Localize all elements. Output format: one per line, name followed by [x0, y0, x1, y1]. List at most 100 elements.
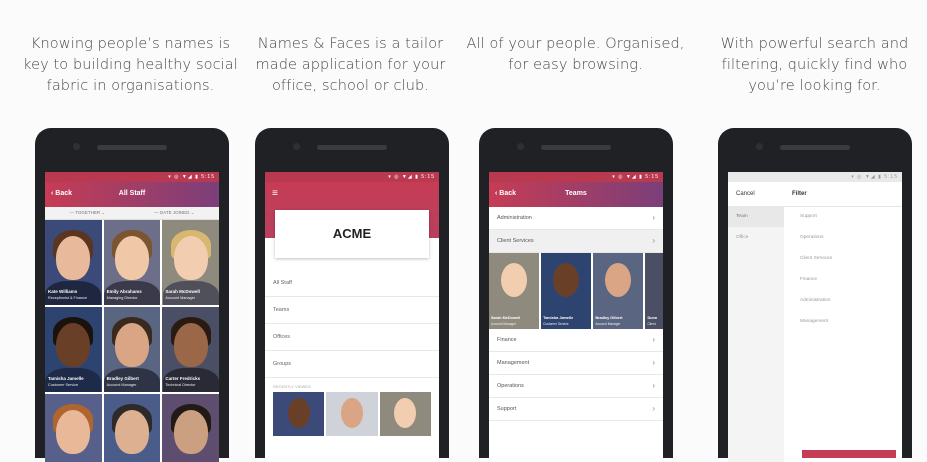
filter-option[interactable]: Operations [792, 227, 902, 248]
staff-name: Carter Fredricks [165, 376, 201, 381]
filter-category-team[interactable]: Team [728, 206, 784, 227]
filter-option[interactable]: Client Services [792, 248, 902, 269]
team-label: Administration [497, 215, 532, 221]
filter-category-office[interactable]: Office [728, 227, 784, 248]
staff-role: Technical Director [165, 383, 196, 387]
team-label: Support [497, 406, 517, 412]
face [173, 410, 208, 454]
face [605, 263, 632, 297]
team-faces: Sarah McDowell Account Manager Tamisha J… [489, 253, 663, 329]
staff-role: Customer Service [48, 383, 79, 387]
staff-tile[interactable] [103, 394, 161, 462]
recent-face[interactable] [379, 392, 431, 436]
recent-face[interactable] [273, 392, 325, 436]
status-bar: ▾ ◎ ▼◢ ▮ 5:15 [265, 172, 439, 182]
chevron-right-icon: › [652, 381, 655, 390]
staff-tile[interactable] [45, 394, 102, 462]
menu-item-all-staff[interactable]: All Staff [265, 270, 439, 297]
filter-option[interactable]: Administration [792, 290, 902, 311]
recent-faces [265, 392, 439, 436]
team-row-operations[interactable]: Operations › [489, 375, 663, 398]
menu-item-groups[interactable]: Groups [265, 351, 439, 378]
menu-icon[interactable]: ≡ [272, 188, 278, 199]
face [114, 323, 149, 367]
chevron-right-icon: › [652, 404, 655, 413]
status-bar: ▾ ◎ ▼◢ ▮ 5:15 [45, 172, 219, 182]
staff-tile[interactable]: Bradley Gilbert Account Manager [103, 307, 161, 392]
chevron-right-icon: › [652, 335, 655, 344]
chevron-right-icon: › [652, 358, 655, 367]
panel-1: Knowing people’s names is key to buildin… [18, 0, 243, 462]
face [114, 236, 149, 280]
staff-name: Sarah McDowell [165, 289, 200, 294]
filter-option[interactable]: Management [792, 311, 902, 332]
team-label: Operations [497, 383, 524, 389]
staff-name: Tamisha Jamelle [48, 376, 84, 381]
team-label: Client Services [497, 238, 534, 244]
chevron-right-icon: › [652, 236, 655, 245]
face [340, 398, 363, 428]
team-row-administration[interactable]: Administration › [489, 207, 663, 230]
recently-viewed-label: RECENTLY VIEWED [273, 384, 311, 389]
team-face[interactable]: Tamisha Jamelle Customer Service [541, 253, 592, 329]
team-label: Finance [497, 337, 517, 343]
camera [756, 143, 763, 150]
staff-name: Tamisha Jamelle [543, 316, 574, 320]
filter-option[interactable]: Finance [792, 269, 902, 290]
speaker [541, 145, 611, 150]
status-bar: ▾ ◎ ▼◢ ▮ 5:15 [728, 172, 902, 182]
screen-all-staff: ▾ ◎ ▼◢ ▮ 5:15 ‹ Back All Staff — TOGETHE… [45, 172, 219, 462]
phone-1: ▾ ◎ ▼◢ ▮ 5:15 ‹ Back All Staff — TOGETHE… [35, 128, 229, 462]
sort-group-dropdown[interactable]: — TOGETHER ⌄ [70, 210, 106, 216]
speaker [97, 145, 167, 150]
camera [293, 143, 300, 150]
team-face[interactable]: Dunn Client [645, 253, 663, 329]
staff-role: Account Manager [595, 322, 621, 326]
filter-options: Support Operations Client Services Finan… [792, 206, 902, 462]
screen-teams: ▾ ◎ ▼◢ ▮ 5:15 ‹ Back Teams Administratio… [489, 172, 663, 462]
staff-name: Bradley Gilbert [106, 376, 139, 381]
page-title: Teams [565, 190, 587, 197]
filter-option[interactable]: Support [792, 206, 902, 227]
staff-tile[interactable]: Sarah McDowell Account Manager [162, 220, 219, 305]
screen-filter: ▾ ◎ ▼◢ ▮ 5:15 Cancel Filter Team Office … [728, 172, 902, 462]
staff-role: Managing Director [106, 296, 138, 300]
panel-4: With powerful search and filtering, quic… [702, 0, 927, 462]
sort-row: — TOGETHER ⌄ — DATE JOINED ⌄ [45, 207, 219, 220]
face [173, 323, 208, 367]
brand-logo: ACME [275, 210, 429, 258]
sort-date-dropdown[interactable]: — DATE JOINED ⌄ [154, 210, 194, 216]
staff-grid: Kate Williams Receptionist & Finance Emi… [45, 220, 219, 462]
face [56, 236, 91, 280]
staff-tile[interactable]: Kate Williams Receptionist & Finance [45, 220, 102, 305]
menu-item-teams[interactable]: Teams [265, 297, 439, 324]
team-face[interactable]: Sarah McDowell Account Manager [489, 253, 540, 329]
team-face[interactable]: Bradley Gilbert Account Manager [593, 253, 644, 329]
team-row-support[interactable]: Support › [489, 398, 663, 421]
face [287, 398, 310, 428]
staff-role: Client [647, 322, 656, 326]
staff-role: Account Manager [106, 383, 137, 387]
camera [73, 143, 80, 150]
face [56, 410, 91, 454]
caption-4: With powerful search and filtering, quic… [720, 36, 909, 94]
staff-tile[interactable]: Carter Fredricks Technical Director [162, 307, 219, 392]
cancel-button[interactable]: Cancel [728, 191, 792, 197]
staff-tile[interactable]: Emily Abrahams Managing Director [103, 220, 161, 305]
apply-filter-button[interactable] [802, 450, 896, 458]
menu-item-offices[interactable]: Offices [265, 324, 439, 351]
staff-name: Dunn [647, 316, 658, 320]
staff-tile[interactable]: Tamisha Jamelle Customer Service [45, 307, 102, 392]
team-row-management[interactable]: Management › [489, 352, 663, 375]
staff-name: Emily Abrahams [106, 289, 142, 294]
chevron-right-icon: › [652, 213, 655, 222]
caption-3: All of your people. Organised, for easy … [466, 36, 685, 73]
staff-tile[interactable] [162, 394, 219, 462]
team-row-finance[interactable]: Finance › [489, 329, 663, 352]
team-label: Management [497, 360, 530, 366]
header-bar: ‹ Back Teams [489, 182, 663, 207]
team-row-client-services[interactable]: Client Services › [489, 230, 663, 253]
recent-face[interactable] [326, 392, 378, 436]
phone-2: ▾ ◎ ▼◢ ▮ 5:15 ≡ ACME All Staff Teams Off… [255, 128, 449, 462]
face [394, 398, 417, 428]
